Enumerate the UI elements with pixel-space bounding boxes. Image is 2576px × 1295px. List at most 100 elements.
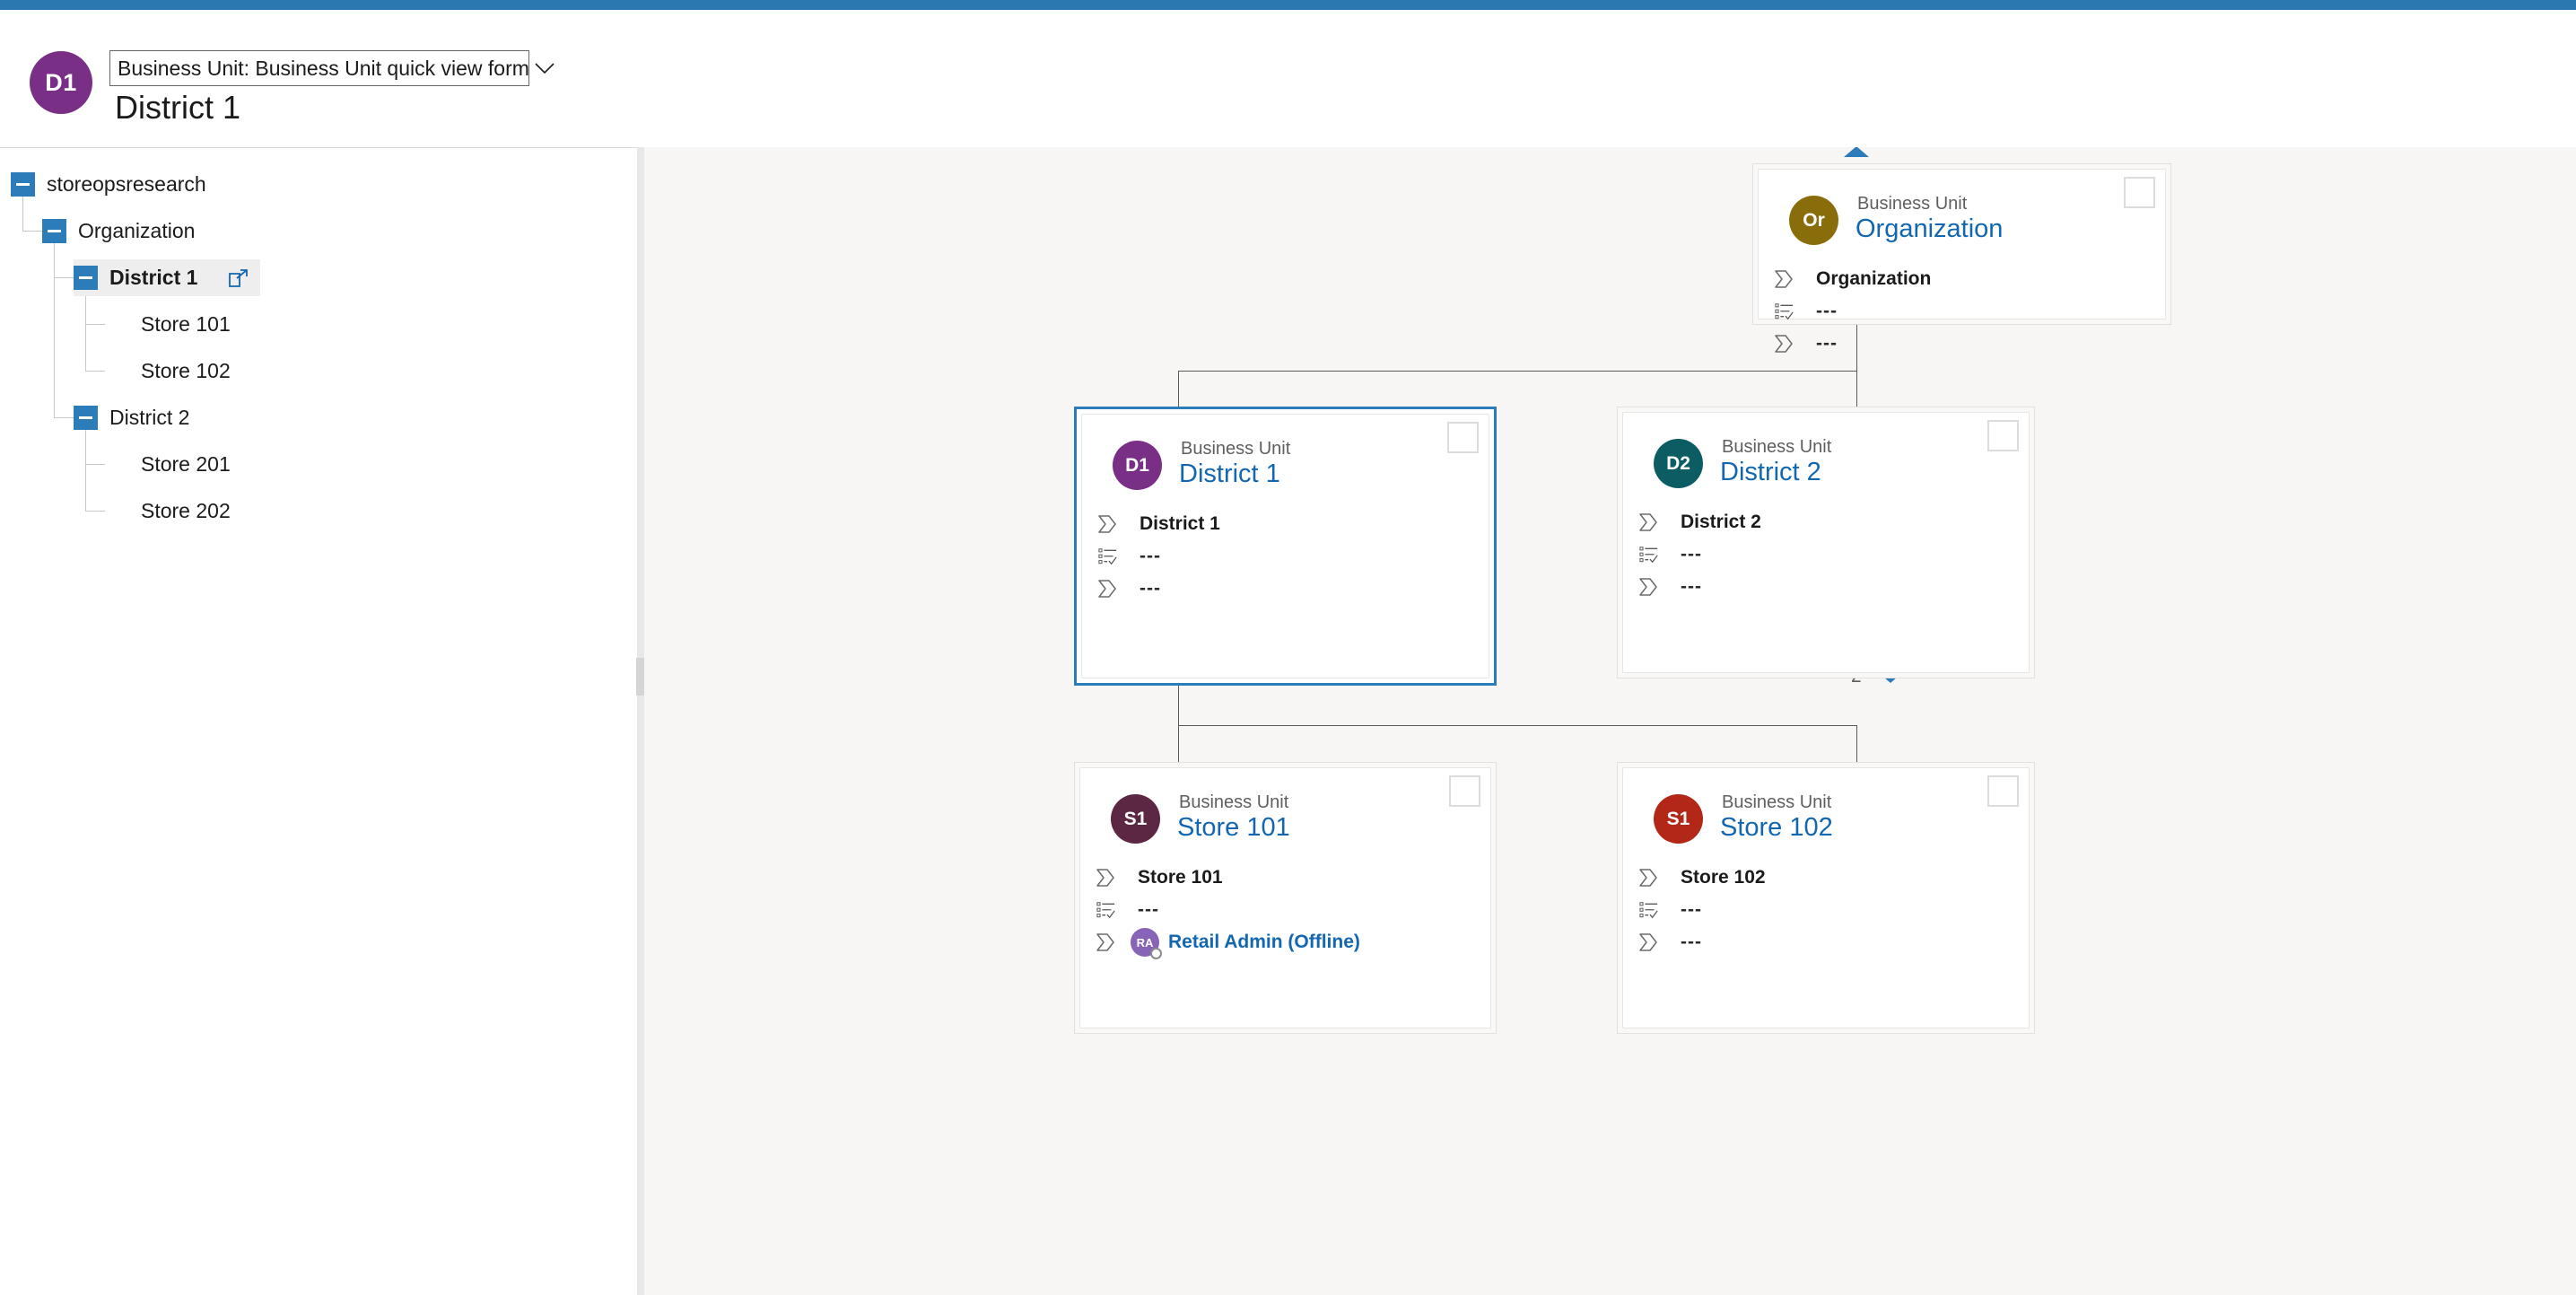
sidebar-item-label: District 2 [109,406,190,429]
card-title-link[interactable]: Store 102 [1720,813,1833,843]
hierarchy-card-district-1[interactable]: D1 Business Unit District 1 District 1 --- --… [1074,407,1497,686]
tree-row: Store 101 [0,301,637,347]
business-unit-icon [1775,270,1793,288]
hierarchy-card-body: S1 Business Unit Store 102 Store 102 --- --- [1622,767,2030,1028]
avatar: RA [1131,928,1162,959]
business-unit-icon [1098,580,1116,598]
collapse-expander-icon[interactable] [11,172,35,197]
card-field-value: --- [1140,546,1161,566]
app-window: D1 Business Unit: Business Unit quick vi… [0,0,2576,1295]
open-in-new-window-icon[interactable] [229,269,249,287]
tree-row: District 2 [0,394,637,441]
collapse-expander-icon[interactable] [74,406,98,430]
checklist-icon [1637,898,1661,922]
form-selector-dropdown[interactable]: Business Unit: Business Unit quick view … [109,50,554,86]
connector-line [1178,725,1179,762]
hierarchy-card-body: D1 Business Unit District 1 District 1 --- --… [1081,414,1489,678]
card-field-value: --- [1140,578,1161,599]
sidebar-item-store-102[interactable]: Store 102 [105,353,338,389]
card-title-link[interactable]: District 2 [1720,458,1821,487]
sidebar-item-store-201[interactable]: Store 201 [105,446,338,483]
tree-row: District 1 [0,254,637,301]
card-field-value: --- [1138,899,1159,920]
business-unit-icon [1773,332,1796,355]
sidebar-item-organization[interactable]: Organization [42,213,275,249]
sidebar-item-store-202[interactable]: Store 202 [105,493,338,529]
card-entity-label: Business Unit [1181,439,1291,459]
sidebar-item-district-2[interactable]: District 2 [74,399,307,436]
hierarchy-card-store-102[interactable]: S1 Business Unit Store 102 Store 102 --- --- [1617,762,2035,1034]
checklist-icon [1639,902,1658,919]
hierarchy-card-district-2[interactable]: D2 Business Unit District 2 District 2 --- --… [1617,407,2035,678]
card-field-value: --- [1681,932,1702,952]
card-field-row: RA Retail Admin (Offline) [1095,927,1360,959]
checklist-icon [1775,303,1794,320]
checklist-icon [1098,548,1117,565]
connector-line [1178,371,1179,407]
card-field-value: Store 101 [1138,867,1223,888]
business-unit-icon [1773,267,1796,291]
card-field-row: --- [1637,539,1702,570]
hierarchy-tree: storeopsresearch Organization District 1 St… [0,148,637,534]
hierarchy-tree-panel: storeopsresearch Organization District 1 St… [0,147,637,1295]
card-field-row: --- [1637,927,1702,958]
card-field-row: --- [1095,895,1159,925]
sidebar-item-label: Store 101 [141,312,231,336]
tree-row: Organization [0,207,637,254]
business-unit-icon [1096,869,1114,887]
presence-offline-icon [1150,948,1162,959]
card-field-value: --- [1816,333,1838,354]
top-accent-bar [0,0,2576,10]
connector-line [1856,725,1857,762]
checklist-icon [1637,543,1661,566]
hierarchy-card-organization[interactable]: Or Business Unit Organization Organization -… [1752,163,2171,354]
card-select-checkbox[interactable] [2124,177,2155,208]
card-select-checkbox[interactable] [1987,775,2019,807]
sidebar-item-label: Organization [78,219,196,242]
card-field-row: --- [1096,573,1161,604]
card-field-row: Store 101 [1095,862,1223,893]
tree-row: Store 202 [0,487,637,534]
card-field-row: District 1 [1096,509,1220,539]
connector-line [1856,325,1857,371]
card-title-link[interactable]: Store 101 [1177,813,1290,843]
hierarchy-canvas: 2 OrBusiness UnitOrganizationOrganizatio… [644,147,2576,1295]
connector-line [1856,371,1857,407]
card-field-lookup[interactable]: RA Retail Admin (Offline) [1131,928,1360,959]
sidebar-item-district-1[interactable]: District 1 [74,259,260,296]
card-field-value: --- [1681,544,1702,564]
sidebar-item-label: Store 201 [141,452,231,476]
hierarchy-card-store-101[interactable]: S1 Business Unit Store 101 Store 101 --- RA Re… [1074,762,1497,1034]
collapse-expander-icon[interactable] [42,219,66,243]
card-entity-label: Business Unit [1179,792,1289,812]
header-avatar: D1 [30,51,92,114]
card-select-checkbox[interactable] [1449,775,1480,807]
collapse-expander-icon[interactable] [74,266,98,290]
panel-splitter[interactable] [637,147,644,1295]
record-header: D1 Business Unit: Business Unit quick vi… [0,10,2576,147]
card-entity-label: Business Unit [1722,437,1832,457]
avatar: S1 [1654,794,1703,844]
card-select-checkbox[interactable] [1447,422,1479,453]
triangle-up-icon[interactable] [1844,147,1869,157]
card-field-value: District 1 [1140,513,1220,534]
connector-line [1178,725,1856,726]
business-unit-icon [1775,335,1793,353]
tree-node-spacer [105,499,129,523]
card-field-value: --- [1816,301,1838,321]
tree-node-spacer [105,312,129,337]
business-unit-icon [1639,869,1657,887]
card-field-row: --- [1637,895,1702,925]
sidebar-item-storeopsresearch[interactable]: storeopsresearch [11,166,244,203]
avatar: Or [1789,196,1838,245]
business-unit-icon [1098,515,1116,533]
avatar: S1 [1111,794,1160,844]
sidebar-item-store-101[interactable]: Store 101 [105,306,338,343]
page-title: District 1 [115,89,241,126]
card-select-checkbox[interactable] [1987,420,2019,451]
tree-row: Store 201 [0,441,637,487]
business-unit-icon [1096,933,1114,951]
card-title-link[interactable]: Organization [1856,214,2003,244]
connector-line [1178,371,1857,372]
card-title-link[interactable]: District 1 [1179,459,1280,489]
